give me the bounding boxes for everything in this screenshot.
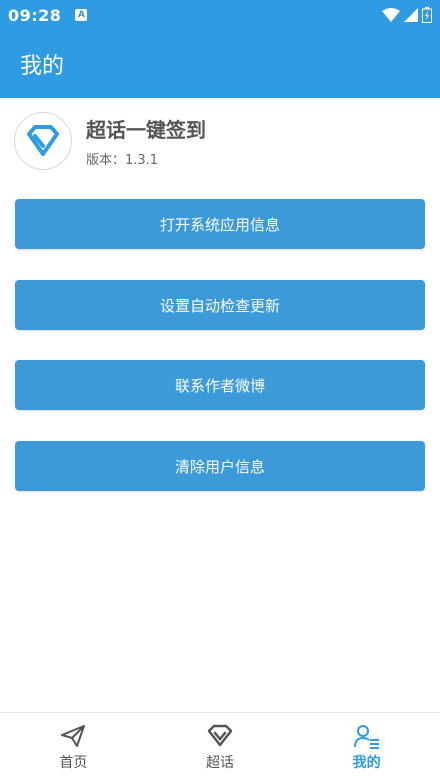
status-time: 09:28 xyxy=(8,5,62,25)
app-bar: 我的 xyxy=(0,30,440,98)
notification-badge: A xyxy=(75,9,88,21)
nav-label-mine: 我的 xyxy=(352,755,381,771)
bottom-nav: 首页 超话 我的 xyxy=(0,712,440,782)
app-info: 超话一键签到 版本：1.3.1 xyxy=(14,112,206,170)
signal-icon xyxy=(404,8,418,22)
diamond-icon xyxy=(207,724,233,747)
battery-icon xyxy=(422,7,432,23)
nav-label-home: 首页 xyxy=(59,755,88,771)
diamond-icon xyxy=(27,125,59,156)
open-app-info-button[interactable]: 打开系统应用信息 xyxy=(15,199,425,249)
page-title: 我的 xyxy=(20,54,65,79)
app-logo xyxy=(14,112,72,170)
paper-plane-icon xyxy=(61,725,86,747)
app-name: 超话一键签到 xyxy=(86,118,206,142)
user-list-icon xyxy=(353,725,379,749)
app-version: 版本：1.3.1 xyxy=(86,153,159,168)
nav-item-topics[interactable]: 超话 xyxy=(147,713,294,782)
clear-user-info-button[interactable]: 清除用户信息 xyxy=(15,441,425,491)
auto-check-update-button[interactable]: 设置自动检查更新 xyxy=(15,280,425,330)
status-bar: 09:28 A xyxy=(0,0,440,30)
status-icons xyxy=(382,7,432,23)
nav-item-home[interactable]: 首页 xyxy=(0,713,147,782)
contact-author-button[interactable]: 联系作者微博 xyxy=(15,360,425,410)
wifi-icon xyxy=(382,8,400,22)
nav-item-mine[interactable]: 我的 xyxy=(293,713,440,782)
nav-label-topics: 超话 xyxy=(206,755,234,771)
